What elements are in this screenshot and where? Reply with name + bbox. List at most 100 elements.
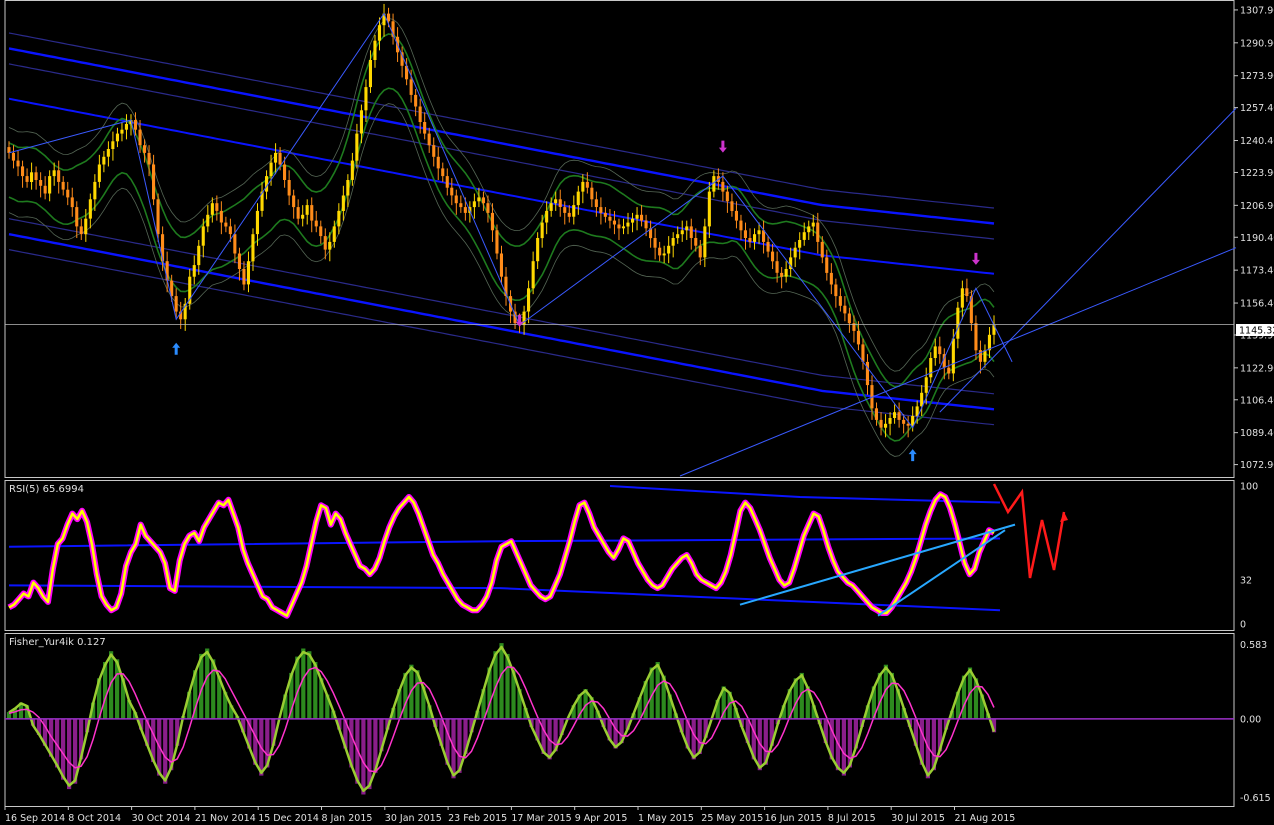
candle-body	[265, 176, 269, 192]
candle-body	[707, 191, 711, 227]
candle-body	[924, 377, 928, 393]
candle-body	[368, 60, 372, 88]
candle-body	[341, 195, 345, 211]
candle-body	[621, 226, 625, 229]
candle-body	[138, 129, 142, 146]
candle-body	[743, 230, 747, 238]
candle-body	[495, 230, 499, 254]
candle-body	[328, 241, 332, 250]
rsi-tick-label: 100	[1240, 482, 1258, 493]
candle-body	[16, 160, 20, 167]
candle-body	[418, 106, 422, 122]
candle-body	[676, 234, 680, 239]
candle-body	[106, 149, 110, 157]
candle-body	[545, 210, 549, 223]
candle-body	[725, 191, 729, 202]
candle-body	[269, 162, 273, 177]
candle-body	[156, 199, 160, 235]
candle-body	[30, 172, 34, 182]
price-tick-label: 1257.40	[1240, 103, 1274, 114]
fisher-bar	[841, 718, 846, 776]
candle-body	[310, 205, 314, 221]
candle-body	[567, 212, 571, 217]
candle-body	[445, 176, 449, 188]
x-tick-label: 21 Nov 2014	[195, 813, 256, 824]
candle-body	[48, 176, 52, 194]
candle-body	[906, 423, 910, 426]
price-tick-label: 1122.90	[1240, 363, 1274, 374]
rsi-tick-label: 32	[1240, 575, 1252, 586]
candle-body	[436, 156, 440, 169]
candle-body	[79, 226, 83, 235]
candle-body	[97, 164, 101, 182]
candle-body	[373, 40, 377, 60]
candle-body	[499, 253, 503, 277]
candle-body	[409, 79, 413, 95]
candle-body	[454, 195, 458, 204]
fisher-bar	[163, 718, 168, 784]
candle-body	[210, 203, 214, 215]
candle-body	[608, 216, 612, 221]
x-tick-label: 1 May 2015	[638, 813, 694, 824]
candle-body	[780, 272, 784, 277]
candle-body	[7, 147, 11, 153]
candle-body	[21, 166, 25, 177]
candle-body	[843, 305, 847, 314]
candle-body	[11, 152, 15, 161]
candle-body	[224, 222, 228, 227]
candle-body	[798, 240, 802, 248]
candle-body	[829, 272, 833, 285]
candle-body	[974, 323, 978, 351]
candle-body	[771, 251, 775, 262]
price-tick-label: 1190.40	[1240, 233, 1274, 244]
candle-body	[115, 133, 119, 142]
candle-body	[807, 226, 811, 233]
candle-body	[296, 207, 300, 219]
candle-body	[274, 152, 278, 163]
candle-body	[603, 212, 607, 217]
candle-body	[364, 87, 368, 111]
candle-body	[698, 245, 702, 258]
candle-body	[219, 210, 223, 223]
fisher-bar	[205, 648, 210, 719]
candle-body	[481, 197, 485, 204]
candle-body	[947, 367, 951, 374]
candle-body	[874, 408, 878, 420]
candle-body	[197, 245, 201, 266]
price-tick-label: 1223.90	[1240, 168, 1274, 179]
candle-body	[703, 226, 707, 258]
price-tick-label: 1106.40	[1240, 395, 1274, 406]
candle-body	[617, 224, 621, 229]
x-tick-label: 17 Mar 2015	[511, 813, 571, 824]
candle-body	[951, 338, 955, 374]
price-tick-label: 1089.40	[1240, 428, 1274, 439]
candle-body	[57, 170, 61, 182]
candle-body	[102, 156, 106, 165]
candle-body	[775, 261, 779, 273]
candle-body	[757, 230, 761, 235]
x-tick-label: 16 Sep 2014	[5, 813, 65, 824]
candle-body	[933, 346, 937, 358]
candle-body	[432, 145, 436, 157]
candle-body	[820, 241, 824, 258]
candle-body	[793, 247, 797, 258]
fisher-bar	[499, 643, 504, 719]
x-tick-label: 8 Jan 2015	[322, 813, 373, 824]
candle-body	[314, 220, 318, 227]
candle-body	[581, 181, 585, 192]
candle-body	[721, 181, 725, 192]
fisher-bar	[61, 718, 66, 780]
candle-body	[594, 199, 598, 207]
candle-body	[983, 350, 987, 362]
candle-body	[861, 344, 865, 362]
candle-body	[377, 25, 381, 41]
candle-body	[838, 296, 842, 306]
candle-body	[847, 313, 851, 324]
x-tick-label: 30 Jan 2015	[385, 813, 442, 824]
x-tick-label: 8 Oct 2014	[68, 813, 121, 824]
x-tick-label: 21 Aug 2015	[955, 813, 1016, 824]
candle-body	[305, 205, 309, 215]
candle-body	[680, 230, 684, 235]
candle-body	[644, 220, 648, 229]
candle-body	[423, 122, 427, 134]
